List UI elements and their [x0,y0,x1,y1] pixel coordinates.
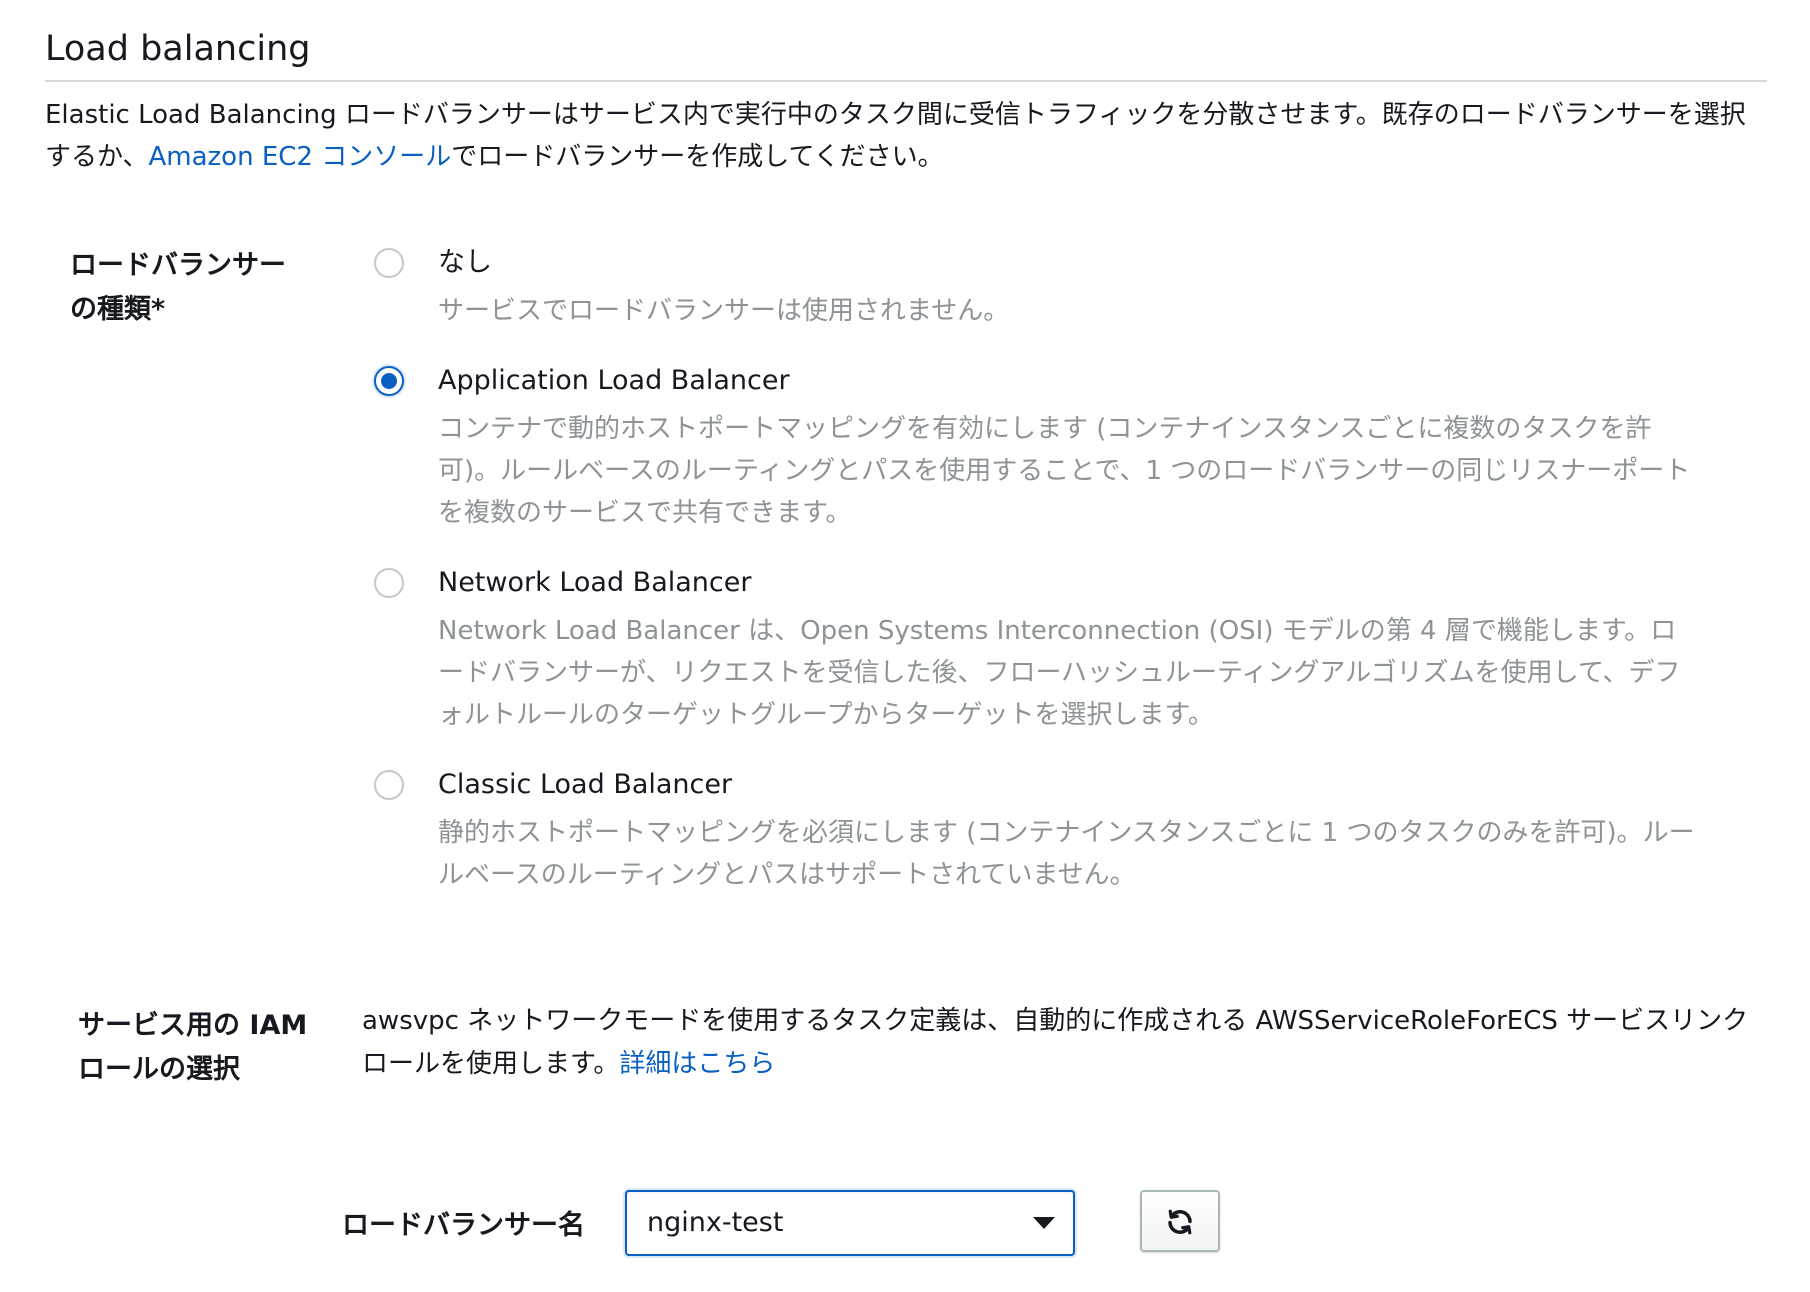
lb-type-label: ロードバランサーの種類* [70,250,286,325]
radio-network[interactable] [374,568,404,598]
refresh-icon [1168,1209,1192,1235]
option-desc-classic: 静的ホストポートマッピングを必須にします (コンテナインスタンスごとに 1 つの… [438,818,1695,890]
ec2-console-link[interactable]: Amazon EC2 コンソール [148,142,451,172]
refresh-button[interactable] [1140,1190,1220,1252]
option-label-none[interactable]: なし [438,240,1702,286]
learn-more-link[interactable]: 詳細はこちら [619,1049,775,1079]
option-label-classic[interactable]: Classic Load Balancer [438,762,1702,808]
radio-classic[interactable] [374,770,404,800]
lb-name-value: nginx-test [647,1207,784,1238]
option-desc-network: Network Load Balancer は、Open Systems Int… [438,616,1681,730]
section-title: Load balancing [45,29,311,69]
lb-option-classic[interactable]: Classic Load Balancer 静的ホストポートマッピングを必須にし… [372,762,1702,896]
option-label-application[interactable]: Application Load Balancer [438,358,1702,404]
section-divider [45,80,1767,82]
lb-name-select[interactable]: nginx-test [625,1190,1075,1256]
option-label-network[interactable]: Network Load Balancer [438,560,1702,606]
section-intro: Elastic Load Balancing ロードバランサーはサービス内で実行… [45,94,1765,178]
lb-name-label: ロードバランサー名 [342,1210,585,1241]
option-desc-none: サービスでロードバランサーは使用されません。 [438,296,1010,326]
radio-none[interactable] [374,248,404,278]
iam-role-text: awsvpc ネットワークモードを使用するタスク定義は、自動的に作成される AW… [362,1000,1762,1086]
intro-text-after: でロードバランサーを作成してください。 [451,142,944,172]
lb-type-radio-group: なし サービスでロードバランサーは使用されません。 Application Lo… [372,240,1702,896]
lb-option-network[interactable]: Network Load Balancer Network Load Balan… [372,560,1702,736]
iam-role-label: サービス用の IAM ロールの選択 [78,1010,308,1085]
caret-down-icon [1033,1217,1055,1229]
option-desc-application: コンテナで動的ホストポートマッピングを有効にします (コンテナインスタンスごとに… [438,414,1691,528]
iam-description: awsvpc ネットワークモードを使用するタスク定義は、自動的に作成される AW… [362,1006,1749,1079]
lb-option-none[interactable]: なし サービスでロードバランサーは使用されません。 [372,240,1702,332]
radio-application[interactable] [374,366,404,396]
lb-option-application[interactable]: Application Load Balancer コンテナで動的ホストポートマ… [372,358,1702,534]
